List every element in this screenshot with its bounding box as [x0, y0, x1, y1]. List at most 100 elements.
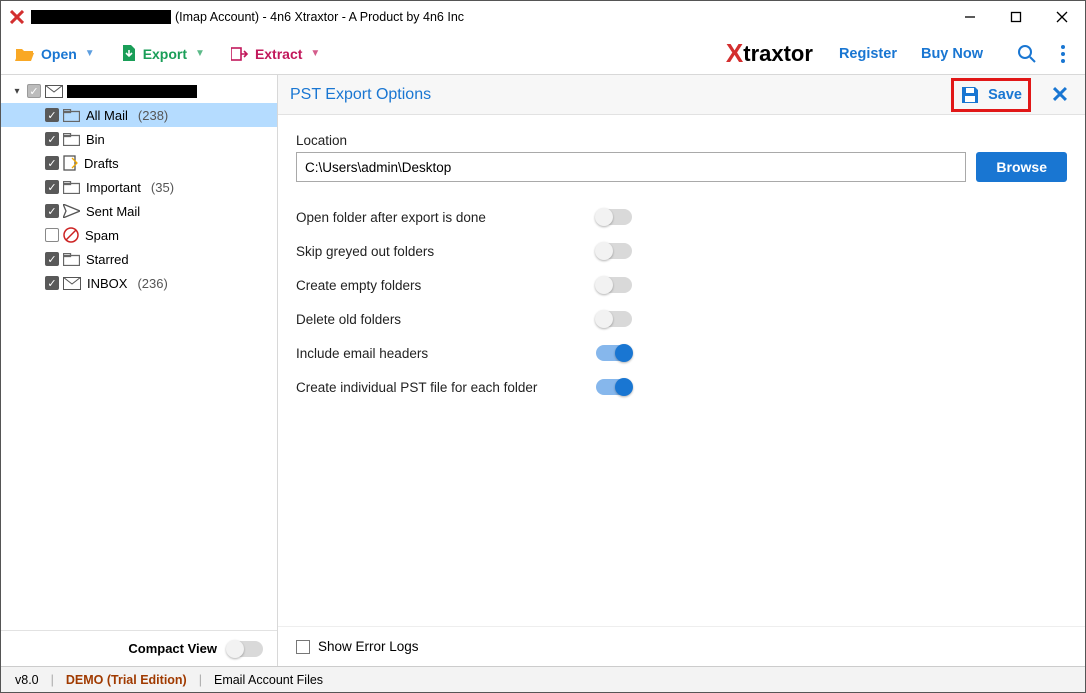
folder-checkbox[interactable]: ✓: [45, 108, 59, 122]
collapse-icon[interactable]: ▾: [11, 86, 23, 97]
folder-open-icon: [15, 46, 35, 62]
option-label: Open folder after export is done: [296, 210, 596, 225]
option-row: Delete old folders: [296, 302, 1067, 336]
open-menu-button[interactable]: Open ▼: [15, 46, 95, 62]
folder-checkbox[interactable]: ✓: [45, 180, 59, 194]
folder-checkbox[interactable]: ✓: [45, 276, 59, 290]
app-logo-icon: [9, 9, 25, 25]
tree-item[interactable]: ✓ Bin: [1, 127, 277, 151]
folder-tree: ▾ ✓ ✓All Mail(238)✓Bin✓Drafts✓Important(…: [1, 75, 277, 630]
brand-text: traxtor: [743, 41, 813, 67]
panel-title: PST Export Options: [290, 86, 431, 104]
folder-checkbox[interactable]: ✓: [45, 156, 59, 170]
chevron-down-icon: ▼: [310, 48, 320, 59]
folder-label: All Mail: [86, 108, 128, 123]
folder-sidebar: ▾ ✓ ✓All Mail(238)✓Bin✓Drafts✓Important(…: [1, 75, 278, 666]
option-toggle[interactable]: [596, 311, 632, 327]
status-path: Email Account Files: [214, 673, 323, 687]
option-label: Skip greyed out folders: [296, 244, 596, 259]
open-label: Open: [41, 46, 77, 62]
folder-label: INBOX: [87, 276, 127, 291]
window-close-button[interactable]: [1039, 1, 1085, 33]
panel-header: PST Export Options Save ✕: [278, 75, 1085, 115]
folder-label: Drafts: [84, 156, 119, 171]
option-toggle[interactable]: [596, 209, 632, 225]
folder-checkbox[interactable]: ✓: [45, 204, 59, 218]
folder-checkbox[interactable]: ✓: [45, 252, 59, 266]
tree-item[interactable]: ✓ Sent Mail: [1, 199, 277, 223]
register-link[interactable]: Register: [839, 46, 897, 62]
compact-view-label: Compact View: [128, 641, 217, 656]
option-label: Create individual PST file for each fold…: [296, 380, 596, 395]
folder-checkbox[interactable]: [45, 228, 59, 242]
extract-label: Extract: [255, 46, 302, 62]
window-minimize-button[interactable]: [947, 1, 993, 33]
save-label: Save: [988, 87, 1022, 103]
root-checkbox[interactable]: ✓: [27, 84, 41, 98]
option-label: Create empty folders: [296, 278, 596, 293]
tree-item[interactable]: ✓Important(35): [1, 175, 277, 199]
option-row: Open folder after export is done: [296, 200, 1067, 234]
sent-icon: [63, 204, 80, 218]
content-area: ▾ ✓ ✓All Mail(238)✓Bin✓Drafts✓Important(…: [1, 75, 1085, 666]
folder-checkbox[interactable]: ✓: [45, 132, 59, 146]
option-row: Include email headers: [296, 336, 1067, 370]
show-error-logs-label: Show Error Logs: [318, 639, 419, 654]
compact-view-bar: Compact View: [1, 630, 277, 666]
chevron-down-icon: ▼: [195, 48, 205, 59]
option-label: Delete old folders: [296, 312, 596, 327]
search-button[interactable]: [1011, 38, 1043, 70]
folder-label: Sent Mail: [86, 204, 140, 219]
titlebar: (Imap Account) - 4n6 Xtraxtor - A Produc…: [1, 1, 1085, 33]
folder-label: Bin: [86, 132, 105, 147]
folder-count: (238): [138, 108, 168, 123]
account-label-redacted: [67, 85, 197, 98]
export-menu-button[interactable]: Export ▼: [121, 45, 205, 63]
window-maximize-button[interactable]: [993, 1, 1039, 33]
panel-footer: Show Error Logs: [278, 626, 1085, 666]
compact-view-toggle[interactable]: [227, 641, 263, 657]
status-bar: v8.0 | DEMO (Trial Edition) | Email Acco…: [1, 666, 1085, 692]
tree-item[interactable]: Spam: [1, 223, 277, 247]
file-export-icon: [121, 45, 137, 63]
option-row: Skip greyed out folders: [296, 234, 1067, 268]
tree-item[interactable]: ✓INBOX(236): [1, 271, 277, 295]
save-icon: [960, 85, 980, 105]
folder-label: Important: [86, 180, 141, 195]
save-button[interactable]: Save: [951, 78, 1031, 112]
option-label: Include email headers: [296, 346, 596, 361]
option-toggle[interactable]: [596, 243, 632, 259]
buy-now-link[interactable]: Buy Now: [921, 46, 983, 62]
option-toggle[interactable]: [596, 277, 632, 293]
tree-item[interactable]: ✓ All Mail (238): [1, 103, 277, 127]
folder-icon: [63, 253, 80, 266]
option-toggle[interactable]: [596, 345, 632, 361]
tree-root-row[interactable]: ▾ ✓: [1, 79, 277, 103]
panel-close-button[interactable]: ✕: [1047, 82, 1073, 108]
window-title: (Imap Account) - 4n6 Xtraxtor - A Produc…: [175, 10, 464, 24]
show-error-logs-checkbox[interactable]: [296, 640, 310, 654]
folder-label: Starred: [86, 252, 129, 267]
folder-icon: [63, 133, 80, 146]
more-menu-button[interactable]: [1047, 38, 1079, 70]
draft-icon: [63, 155, 78, 171]
mail-icon: [63, 277, 81, 290]
folder-icon: [63, 109, 80, 122]
folder-icon: [63, 181, 80, 194]
extract-menu-button[interactable]: Extract ▼: [231, 46, 320, 62]
location-input[interactable]: [296, 152, 966, 182]
chevron-down-icon: ▼: [85, 48, 95, 59]
mail-icon: [45, 85, 63, 98]
main-toolbar: Open ▼ Export ▼ Extract ▼ X traxtor Regi…: [1, 33, 1085, 75]
location-label: Location: [296, 133, 1067, 148]
option-toggle[interactable]: [596, 379, 632, 395]
browse-button[interactable]: Browse: [976, 152, 1067, 182]
tree-item[interactable]: ✓ Starred: [1, 247, 277, 271]
panel-body: Location Browse Open folder after export…: [278, 115, 1085, 626]
tree-item[interactable]: ✓ Drafts: [1, 151, 277, 175]
brand-logo: X traxtor: [726, 38, 813, 69]
extract-icon: [231, 46, 249, 62]
spam-icon: [63, 227, 79, 243]
edition-label: DEMO (Trial Edition): [66, 673, 187, 687]
option-row: Create individual PST file for each fold…: [296, 370, 1067, 404]
